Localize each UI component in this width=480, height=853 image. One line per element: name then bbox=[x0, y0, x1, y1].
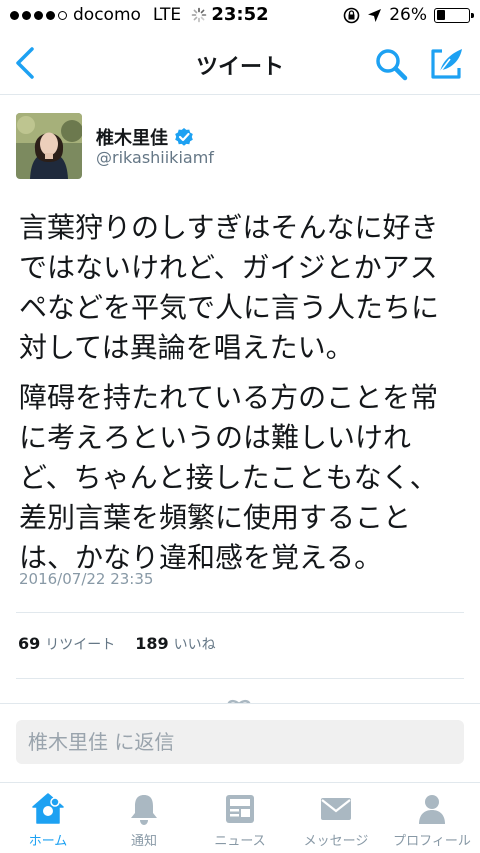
tab-bar: ホーム 通知 ニュース メッセージ プロフィール bbox=[0, 782, 480, 853]
author-handle[interactable]: @rikashiikiamf bbox=[96, 148, 214, 167]
avatar[interactable] bbox=[16, 113, 82, 179]
compose-tweet-icon[interactable] bbox=[428, 46, 466, 82]
like-count[interactable]: 189 bbox=[135, 634, 168, 653]
location-arrow-icon bbox=[368, 8, 382, 22]
tweet-line: 差別言葉を頻繁に使用すること bbox=[19, 501, 412, 534]
tweet-line: 言葉狩りのしすぎはそんなに好き bbox=[19, 211, 439, 244]
tweet-line: ではないけれど、ガイジとかアス bbox=[19, 251, 438, 284]
tab-profile[interactable]: プロフィール bbox=[384, 783, 480, 853]
bell-icon bbox=[131, 795, 157, 825]
search-icon[interactable] bbox=[374, 47, 410, 81]
tab-messages-label: メッセージ bbox=[303, 834, 369, 849]
like-label[interactable]: いいね bbox=[174, 634, 216, 654]
person-icon bbox=[419, 795, 445, 824]
navigation-bar: ツイート bbox=[0, 32, 480, 95]
tweet-line: ど、ちゃんと接したこともなく、 bbox=[19, 461, 438, 494]
tweet-line: 障碍を持たれている方のことを常 bbox=[19, 381, 439, 414]
reply-bar bbox=[0, 704, 480, 782]
tab-news-label: ニュース bbox=[214, 834, 266, 849]
divider bbox=[16, 678, 464, 679]
tweet-stats: 69 リツイート 189 いいね bbox=[18, 634, 216, 654]
battery-percent: 26% bbox=[389, 5, 427, 25]
author-name-row: 椎木里佳 bbox=[96, 124, 194, 150]
retweet-count[interactable]: 69 bbox=[18, 634, 40, 653]
envelope-icon bbox=[321, 798, 351, 820]
home-icon bbox=[32, 793, 64, 824]
tweet-line: 対しては異論を唱えたい。 bbox=[19, 331, 354, 364]
tab-notifications[interactable]: 通知 bbox=[96, 783, 192, 853]
news-icon bbox=[226, 795, 254, 823]
reply-input[interactable] bbox=[16, 720, 464, 764]
tab-messages[interactable]: メッセージ bbox=[288, 783, 384, 853]
retweet-label[interactable]: リツイート bbox=[45, 634, 115, 654]
battery-icon bbox=[434, 7, 474, 23]
divider bbox=[16, 612, 464, 613]
rotation-lock-icon bbox=[343, 7, 360, 23]
tweet-timestamp: 2016/07/22 23:35 bbox=[19, 570, 154, 588]
tab-home-label: ホーム bbox=[28, 834, 68, 849]
tab-home[interactable]: ホーム bbox=[0, 783, 96, 853]
tab-news[interactable]: ニュース bbox=[192, 783, 288, 853]
author-name[interactable]: 椎木里佳 bbox=[96, 124, 168, 150]
verified-badge-icon bbox=[175, 128, 193, 146]
status-bar: docomo LTE 23:52 26% bbox=[0, 0, 480, 32]
tweet-text: 言葉狩りのしすぎはそんなに好き ではないけれど、ガイジとかアス ペなどを平気で人… bbox=[19, 208, 469, 578]
status-right: 26% bbox=[343, 5, 474, 25]
tweet-line: ペなどを平気で人に言う人たちに bbox=[19, 291, 440, 324]
tweet-line: に考えろというのは難しいけれ bbox=[19, 421, 412, 454]
tab-profile-label: プロフィール bbox=[393, 834, 471, 849]
tab-notifications-label: 通知 bbox=[130, 834, 157, 849]
